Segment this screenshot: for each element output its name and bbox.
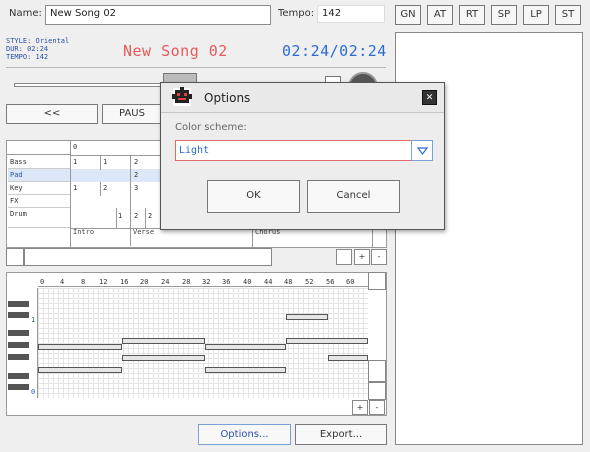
name-label: Name: xyxy=(9,8,42,19)
piano-roll-scroll-down[interactable] xyxy=(368,382,386,400)
options-button[interactable]: Options... xyxy=(198,424,291,445)
color-scheme-value: Light xyxy=(179,145,210,156)
note[interactable] xyxy=(205,367,286,373)
octave-label-bottom: 0 xyxy=(31,388,36,396)
track-drum[interactable]: Drum xyxy=(8,208,70,228)
note[interactable] xyxy=(38,344,122,350)
ruler-label: 8 xyxy=(81,278,86,286)
piano-black-key[interactable] xyxy=(8,373,29,379)
ok-button[interactable]: OK xyxy=(207,180,300,213)
track-fx[interactable]: FX xyxy=(8,195,70,208)
track-bass[interactable]: Bass xyxy=(8,156,70,169)
song-style: STYLE: Oriental xyxy=(6,37,70,45)
app-robot-icon xyxy=(172,87,192,106)
tab-lp[interactable]: LP xyxy=(523,5,549,25)
section-verse[interactable]: Verse xyxy=(131,228,154,236)
tab-at[interactable]: AT xyxy=(427,5,453,25)
piano-roll-zoom-in-button[interactable]: + xyxy=(352,400,368,415)
cell-drum-2[interactable]: 2 xyxy=(134,212,138,220)
ruler-label: 4 xyxy=(60,278,65,286)
song-time: 02:24/02:24 xyxy=(282,42,387,60)
tempo-label: Tempo: xyxy=(278,8,315,19)
tempo-input[interactable]: 142 xyxy=(317,5,385,23)
song-duration: DUR: 02:24 xyxy=(6,45,49,53)
note[interactable] xyxy=(286,338,368,344)
note[interactable] xyxy=(286,314,328,320)
arranger-zoom-out-button[interactable]: - xyxy=(371,249,387,265)
ruler-label: 0 xyxy=(40,278,45,286)
tab-rt[interactable]: RT xyxy=(459,5,485,25)
cell-bass-2[interactable]: 1 xyxy=(103,158,107,166)
chevron-down-icon xyxy=(417,147,428,155)
arranger-scrollbar[interactable] xyxy=(24,248,272,266)
cell-pad-1[interactable]: 2 xyxy=(134,171,138,179)
ruler-label: 16 xyxy=(120,278,129,286)
note[interactable] xyxy=(328,355,368,361)
cell-drum-3[interactable]: 2 xyxy=(148,212,152,220)
ruler-label: 56 xyxy=(326,278,335,286)
ruler-label: 12 xyxy=(99,278,108,286)
piano-roll-scroll-thumb[interactable] xyxy=(368,360,386,382)
arranger-scroll-left[interactable] xyxy=(6,248,24,266)
track-pad[interactable]: Pad xyxy=(8,169,70,182)
note[interactable] xyxy=(205,344,286,350)
cell-bass-1[interactable]: 1 xyxy=(73,158,77,166)
section-intro[interactable]: Intro xyxy=(71,228,94,236)
cell-key-1[interactable]: 1 xyxy=(73,184,77,192)
ruler-label: 36 xyxy=(222,278,231,286)
ruler-label: 40 xyxy=(243,278,252,286)
arranger-spacer[interactable] xyxy=(336,249,352,265)
ruler-label: 32 xyxy=(202,278,211,286)
tab-sp[interactable]: SP xyxy=(491,5,517,25)
divider xyxy=(6,67,386,68)
octave-label-top: 1 xyxy=(31,316,36,324)
pause-button[interactable]: PAUS xyxy=(102,104,162,124)
ruler-label: 60 xyxy=(346,278,355,286)
tab-st[interactable]: ST xyxy=(555,5,581,25)
piano-black-key[interactable] xyxy=(8,354,29,360)
arranger-zoom-in-button[interactable]: + xyxy=(354,249,370,265)
ruler-label: 28 xyxy=(182,278,191,286)
piano-roll-zoom-out-button[interactable]: - xyxy=(369,400,385,415)
song-title: New Song 02 xyxy=(123,42,228,60)
cell-bass-3[interactable]: 2 xyxy=(134,158,138,166)
piano-black-key[interactable] xyxy=(8,384,29,390)
rewind-button[interactable]: << xyxy=(6,104,98,124)
cell-drum-1[interactable]: 1 xyxy=(118,212,122,220)
ruler-label: 24 xyxy=(161,278,170,286)
piano-black-key[interactable] xyxy=(8,330,29,336)
name-input[interactable]: New Song 02 xyxy=(45,5,271,25)
note[interactable] xyxy=(38,367,122,373)
color-scheme-label: Color scheme: xyxy=(175,122,247,133)
note[interactable] xyxy=(122,338,205,344)
note[interactable] xyxy=(122,355,205,361)
close-icon[interactable]: ✕ xyxy=(422,90,437,105)
options-dialog: Options ✕ Color scheme: Light OK Cancel xyxy=(160,82,445,230)
track-key[interactable]: Key xyxy=(8,182,70,195)
cell-key-3[interactable]: 3 xyxy=(134,184,138,192)
dialog-titlebar[interactable]: Options ✕ xyxy=(161,83,444,113)
cell-key-2[interactable]: 2 xyxy=(103,184,107,192)
dropdown-button[interactable] xyxy=(411,140,433,161)
tab-gn[interactable]: GN xyxy=(395,5,421,25)
ruler-label: 48 xyxy=(284,278,293,286)
piano-black-key[interactable] xyxy=(8,301,29,307)
piano-black-key[interactable] xyxy=(8,342,29,348)
ruler-label: 52 xyxy=(305,278,314,286)
cancel-button[interactable]: Cancel xyxy=(307,180,400,213)
arranger-bar-start: 0 xyxy=(73,143,78,151)
color-scheme-select[interactable]: Light xyxy=(175,140,433,161)
ruler-label: 44 xyxy=(264,278,273,286)
export-button[interactable]: Export... xyxy=(295,424,387,445)
dialog-title: Options xyxy=(204,91,251,105)
piano-roll-scroll-up[interactable] xyxy=(368,272,386,290)
song-tempo: TEMPO: 142 xyxy=(6,53,49,61)
piano-black-key[interactable] xyxy=(8,312,29,318)
ruler-label: 20 xyxy=(140,278,149,286)
